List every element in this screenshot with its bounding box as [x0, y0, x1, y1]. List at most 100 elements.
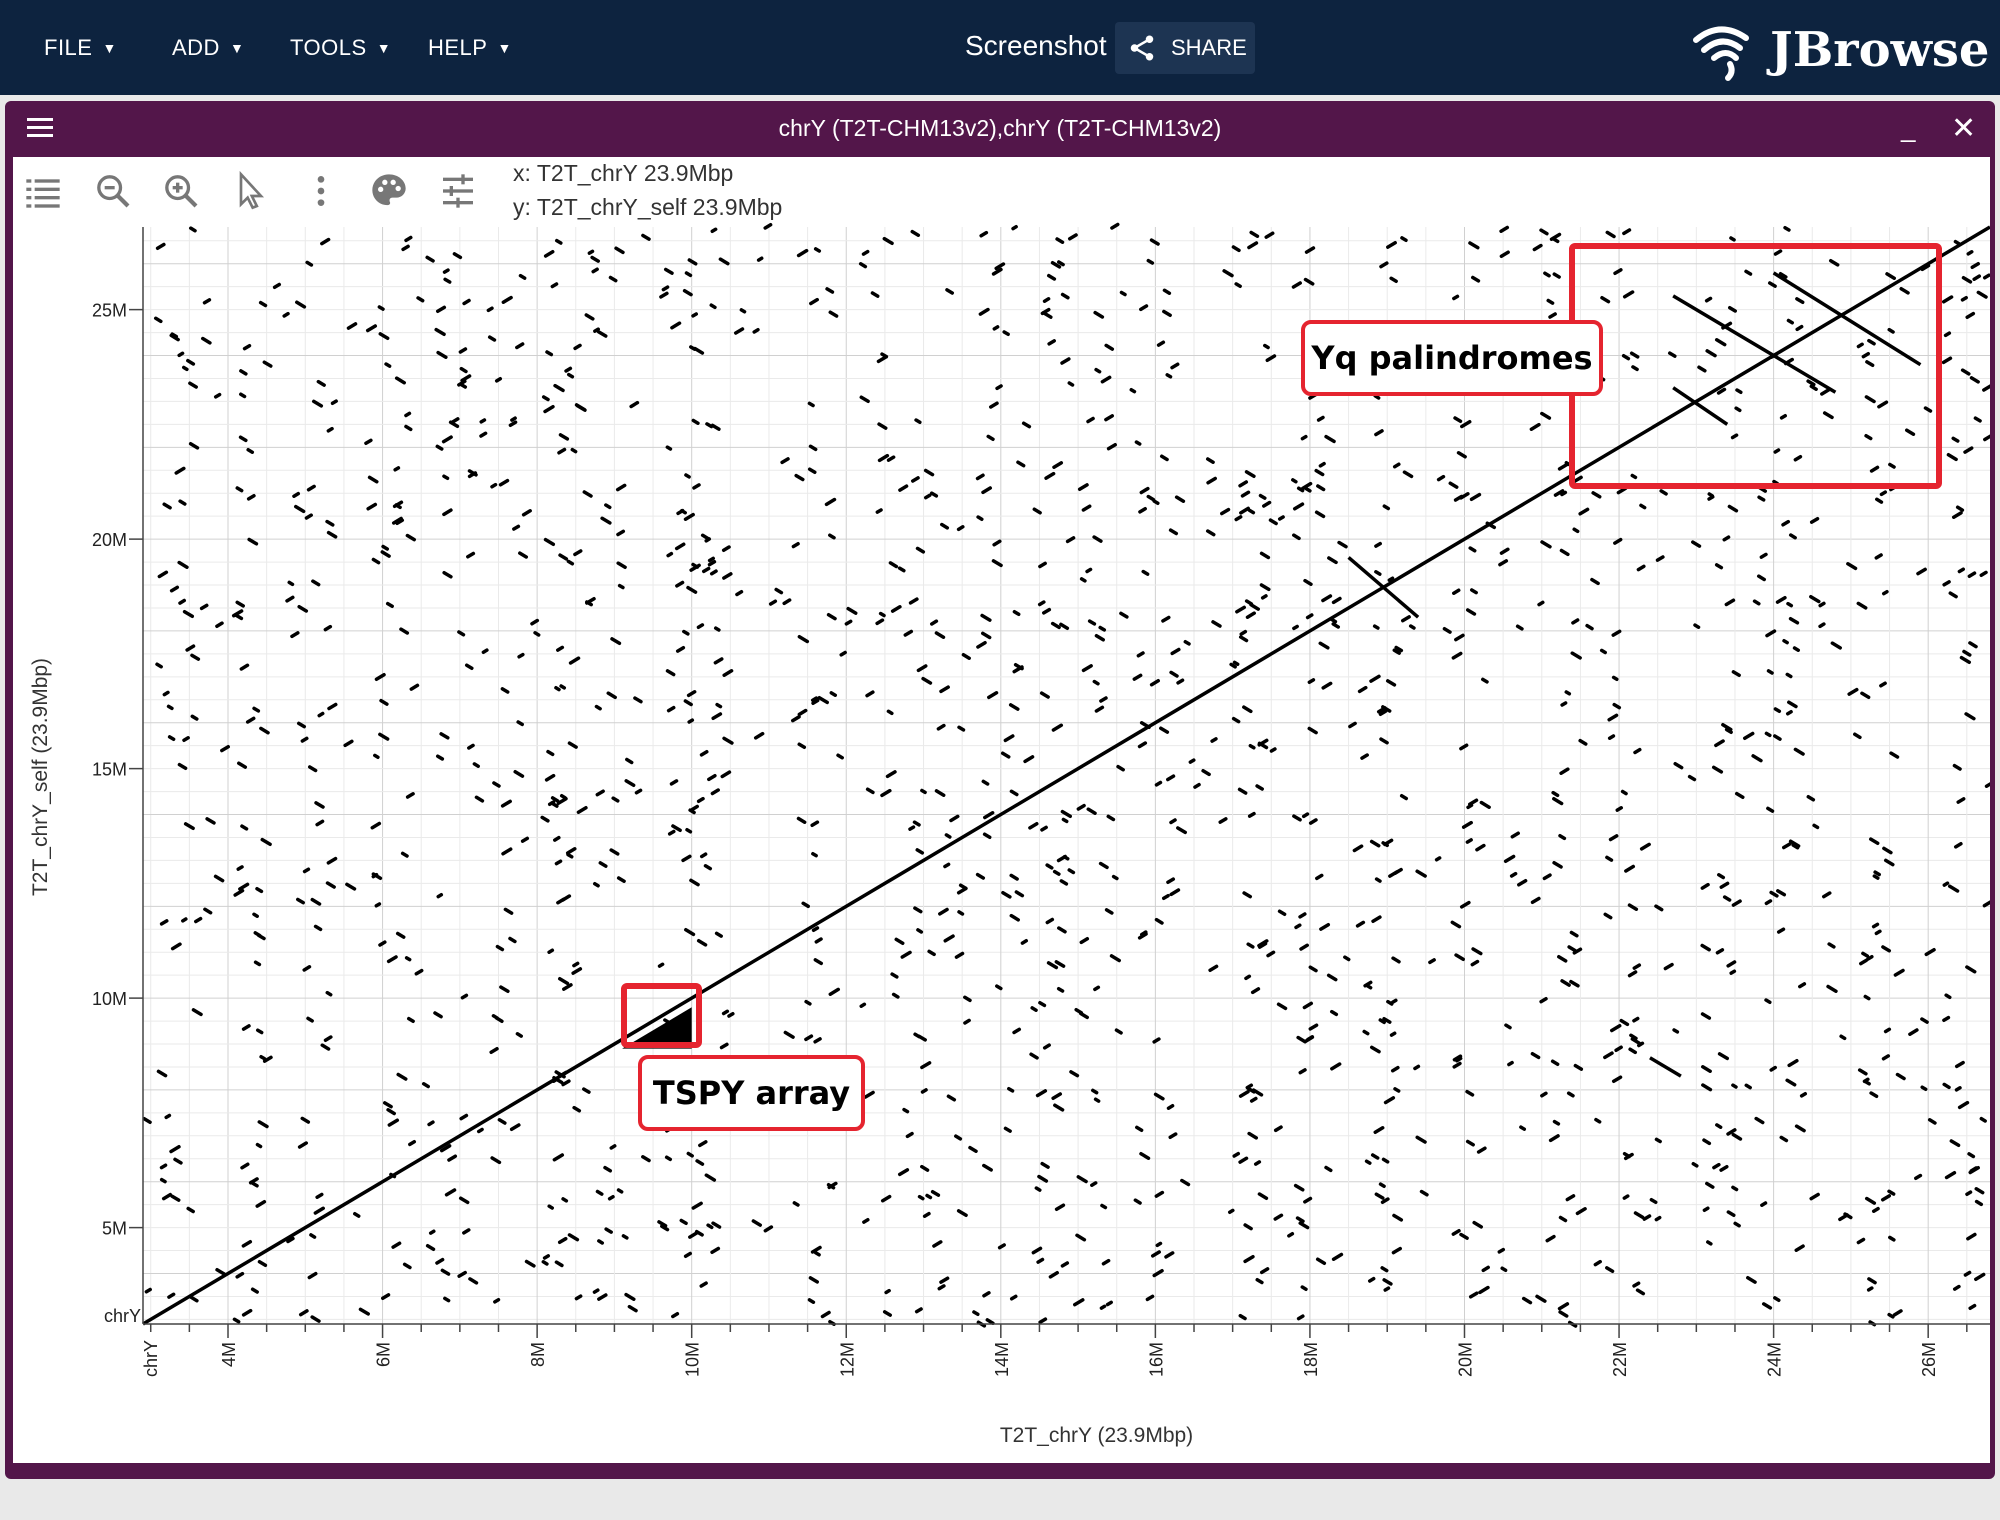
alignment-dot — [1218, 817, 1228, 824]
add-menu[interactable]: ADD ▼ — [172, 0, 244, 95]
alignment-dot — [255, 1200, 267, 1208]
alignment-dot — [247, 537, 259, 546]
alignment-dot — [1053, 1103, 1065, 1112]
alignment-dot — [1389, 1031, 1397, 1037]
alignment-dot — [810, 1245, 822, 1254]
alignment-dot — [564, 366, 573, 373]
share-icon — [1130, 35, 1154, 61]
alignment-dot — [393, 466, 401, 472]
alignment-dot — [1035, 1089, 1048, 1098]
alignment-dot — [1558, 1310, 1569, 1318]
alignment-dot — [384, 362, 392, 368]
alignment-dot — [1622, 1194, 1630, 1200]
y-tick-label: 20M — [92, 530, 127, 550]
alignment-dot — [561, 1197, 569, 1203]
share-button[interactable]: SHARE — [1115, 22, 1255, 74]
alignment-dot — [1060, 357, 1071, 365]
minimize-icon[interactable]: _ — [1901, 113, 1915, 144]
alignment-dot — [441, 435, 453, 444]
alignment-dot — [1551, 790, 1560, 798]
alignment-dot — [241, 1308, 253, 1317]
alignment-dot — [500, 799, 512, 808]
alignment-dot — [442, 508, 453, 517]
alignment-dot — [975, 473, 985, 481]
alignment-dot — [1330, 1062, 1342, 1071]
alignment-dot — [607, 1194, 615, 1201]
alignment-dot — [1021, 421, 1032, 429]
alignment-dot — [1086, 807, 1097, 815]
dotplot-panel: x: T2T_chrY 23.9Mbp y: T2T_chrY_self 23.… — [13, 157, 1990, 1463]
view-header: chrY (T2T-CHM13v2),chrY (T2T-CHM13v2) _ … — [5, 101, 1995, 157]
file-menu[interactable]: FILE ▼ — [44, 0, 117, 95]
alignment-dot — [1231, 716, 1241, 724]
alignment-dot — [381, 544, 390, 551]
help-menu[interactable]: HELP ▼ — [428, 0, 512, 95]
alignment-dot — [1257, 738, 1269, 747]
alignment-dot — [1234, 515, 1243, 522]
alignment-dot — [1038, 1000, 1047, 1008]
alignment-dot — [1037, 1174, 1049, 1183]
alignment-dot — [972, 1310, 980, 1317]
alignment-dot — [1303, 486, 1312, 493]
alignment-dot — [257, 1120, 269, 1129]
alignment-dot — [1210, 737, 1218, 743]
alignment-dot — [1972, 274, 1982, 281]
alignment-dot — [1374, 877, 1382, 883]
alignment-dot — [1465, 1089, 1475, 1097]
alignment-dot — [982, 1163, 993, 1172]
alignment-dot — [1826, 984, 1838, 993]
alignment-dot — [1381, 1157, 1390, 1164]
alignment-dot — [925, 1193, 933, 1200]
close-icon[interactable]: ✕ — [1951, 111, 1976, 146]
tools-menu[interactable]: TOOLS ▼ — [290, 0, 391, 95]
alignment-dot — [1166, 877, 1176, 885]
alignment-dot — [1572, 527, 1580, 534]
alignment-dot — [183, 822, 195, 831]
alignment-dot — [1608, 834, 1619, 842]
alignment-dot — [1222, 269, 1234, 278]
alignment-dot — [936, 723, 946, 731]
alignment-dot — [1076, 803, 1086, 811]
y-axis-title: T2T_chrY_self (23.9Mbp) — [29, 658, 52, 896]
alignment-dot — [1639, 503, 1647, 510]
alignment-dot — [425, 255, 435, 263]
alignment-dot — [796, 816, 807, 824]
alignment-dot — [311, 579, 321, 587]
session-name[interactable]: Screenshot — [965, 30, 1107, 62]
alignment-dot — [554, 1260, 564, 1268]
alignment-dot — [1374, 541, 1382, 548]
alignment-dot — [1465, 608, 1477, 616]
alignment-dot — [929, 491, 939, 498]
alignment-dot — [295, 300, 307, 309]
alignment-dot — [983, 811, 995, 820]
alignment-dot — [1853, 732, 1862, 740]
alignment-dot — [166, 704, 174, 711]
alignment-dot — [875, 508, 883, 514]
alignment-dot — [1373, 394, 1381, 400]
alignment-dot — [1916, 567, 1927, 576]
alignment-dot — [1081, 664, 1093, 673]
alignment-dot — [808, 1276, 819, 1284]
alignment-dot — [675, 645, 686, 653]
alignment-dot — [1856, 1237, 1866, 1245]
alignment-dot — [861, 249, 870, 256]
alignment-dot — [1546, 298, 1555, 305]
alignment-dot — [1136, 651, 1145, 658]
alignment-dot — [1300, 1285, 1308, 1292]
alignment-dot — [305, 260, 314, 267]
alignment-dot — [604, 1227, 613, 1234]
alignment-dot — [1188, 758, 1196, 764]
alignment-dot — [1321, 594, 1333, 603]
alignment-dot — [910, 229, 921, 237]
alignment-dot — [1691, 1162, 1699, 1168]
alignment-dot — [1481, 677, 1489, 684]
alignment-dot — [1879, 681, 1887, 688]
jbrowse-logo: JBrowse — [1690, 18, 1989, 82]
x-tick-label: 12M — [837, 1342, 857, 1377]
alignment-dot — [1324, 434, 1336, 444]
y-tick-label: 5M — [102, 1219, 127, 1239]
alignment-dot — [191, 1008, 203, 1017]
alignment-dot — [1960, 295, 1968, 302]
alignment-dot — [272, 282, 282, 290]
alignment-dot — [1265, 354, 1277, 363]
